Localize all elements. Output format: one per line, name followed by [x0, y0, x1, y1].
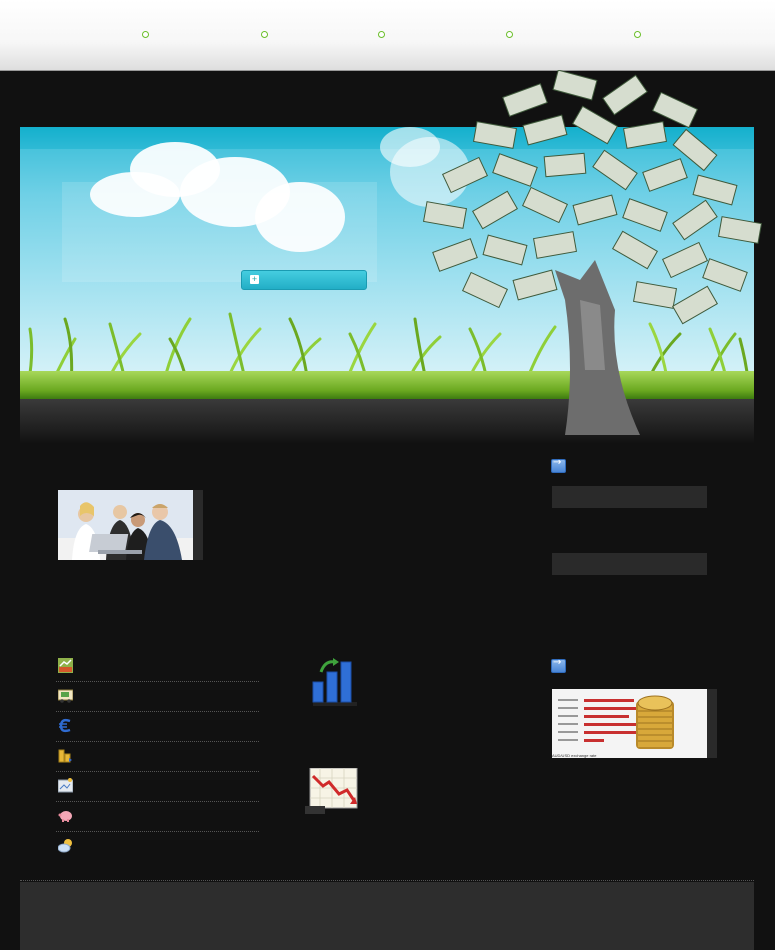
- declining-chart-icon: [305, 768, 358, 814]
- nav-item-4[interactable]: [506, 31, 513, 38]
- photo-frame-edge: [193, 490, 203, 560]
- piggy-bank-icon: [58, 811, 72, 822]
- list-item-chart[interactable]: [56, 651, 259, 682]
- list-item-coins-stack[interactable]: [56, 741, 259, 772]
- euro-icon: [59, 718, 71, 733]
- footer-divider: [20, 880, 754, 881]
- nav-item-2[interactable]: [261, 31, 268, 38]
- coins-chart-illustration: [552, 689, 707, 758]
- widget-1-input-1[interactable]: [552, 486, 707, 508]
- widget-2-arrow-right-icon: [551, 657, 566, 673]
- gold-coins-chart-photo: AUD/USD exchange rate: [552, 689, 707, 758]
- image-icon: [58, 778, 73, 793]
- list-item-weather[interactable]: [56, 831, 259, 861]
- widget-1-arrow-right-icon: [551, 457, 566, 473]
- truck-icon: [58, 689, 73, 703]
- list-item-piggy-bank[interactable]: [56, 801, 259, 832]
- coins-stack-icon: [58, 749, 72, 763]
- list-item-image[interactable]: [56, 771, 259, 802]
- widget-1-input-2[interactable]: [552, 553, 707, 575]
- nav-item-3[interactable]: [378, 31, 385, 38]
- bar-chart-growth-icon: [312, 658, 357, 706]
- top-navigation: [0, 0, 775, 71]
- footer: [20, 882, 754, 950]
- weather-icon: [58, 839, 72, 853]
- list-item-euro[interactable]: [56, 711, 259, 742]
- business-team-photo: [58, 490, 193, 560]
- money-tree-illustration: [422, 70, 763, 435]
- nav-item-5[interactable]: [634, 31, 641, 38]
- coins-frame-edge: [707, 689, 717, 758]
- team-illustration: [58, 490, 193, 560]
- coins-image-caption: AUD/USD exchange rate: [552, 753, 597, 758]
- hero-content-panel: [62, 182, 377, 282]
- chart-icon: [58, 658, 73, 673]
- list-item-truck[interactable]: [56, 681, 259, 712]
- nav-item-1[interactable]: [142, 31, 149, 38]
